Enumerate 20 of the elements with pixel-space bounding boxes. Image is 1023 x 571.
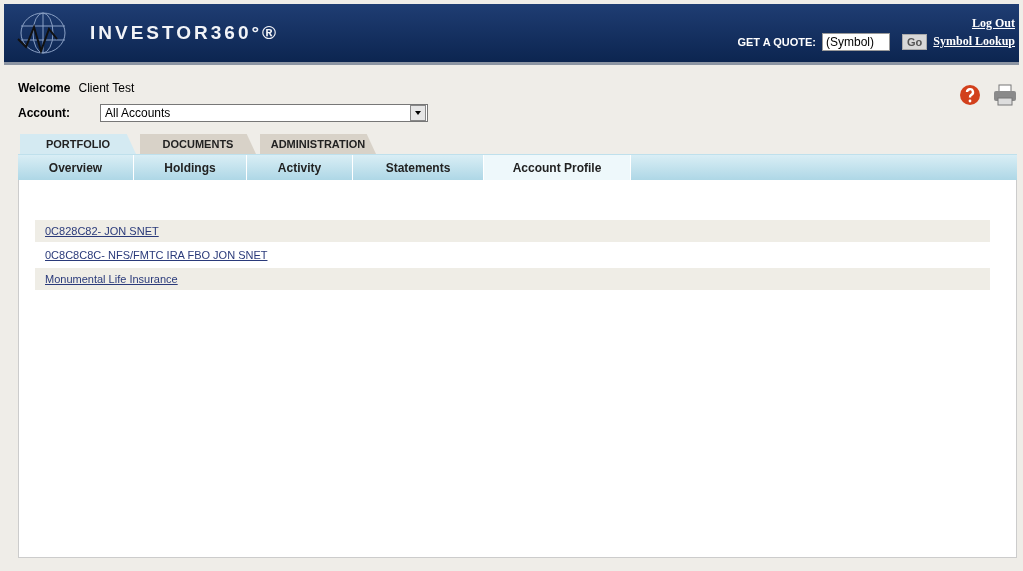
tab[interactable]: ADMINISTRATION xyxy=(260,134,376,154)
user-name: Client Test xyxy=(78,81,135,95)
globe-logo-icon xyxy=(16,11,68,55)
brand-name: INVESTOR360°® xyxy=(90,22,280,44)
quote-label: GET A QUOTE: xyxy=(737,35,816,48)
go-button[interactable]: Go xyxy=(902,33,928,50)
account-link[interactable]: Monumental Life Insurance xyxy=(45,273,178,285)
welcome-label: Welcome xyxy=(18,81,71,95)
printer-icon[interactable] xyxy=(993,84,1017,106)
tab[interactable]: DOCUMENTS xyxy=(140,134,256,154)
account-link[interactable]: 0C828C82- JON SNET xyxy=(45,225,159,237)
quote-field[interactable]: (Symbol) xyxy=(822,32,890,51)
symbol-lookup-link[interactable]: Symbol Lookup xyxy=(933,34,1015,49)
log-out-link[interactable]: Log Out xyxy=(972,15,1015,31)
account-dropdown[interactable]: All Accounts xyxy=(100,104,428,122)
subtab[interactable]: Account Profile xyxy=(484,155,631,180)
account-label: Account: xyxy=(18,106,71,120)
help-icon[interactable] xyxy=(959,84,981,106)
tab[interactable]: PORTFOLIO xyxy=(20,134,136,154)
account-link[interactable]: 0C8C8C8C- NFS/FMTC IRA FBO JON SNET xyxy=(45,249,268,261)
